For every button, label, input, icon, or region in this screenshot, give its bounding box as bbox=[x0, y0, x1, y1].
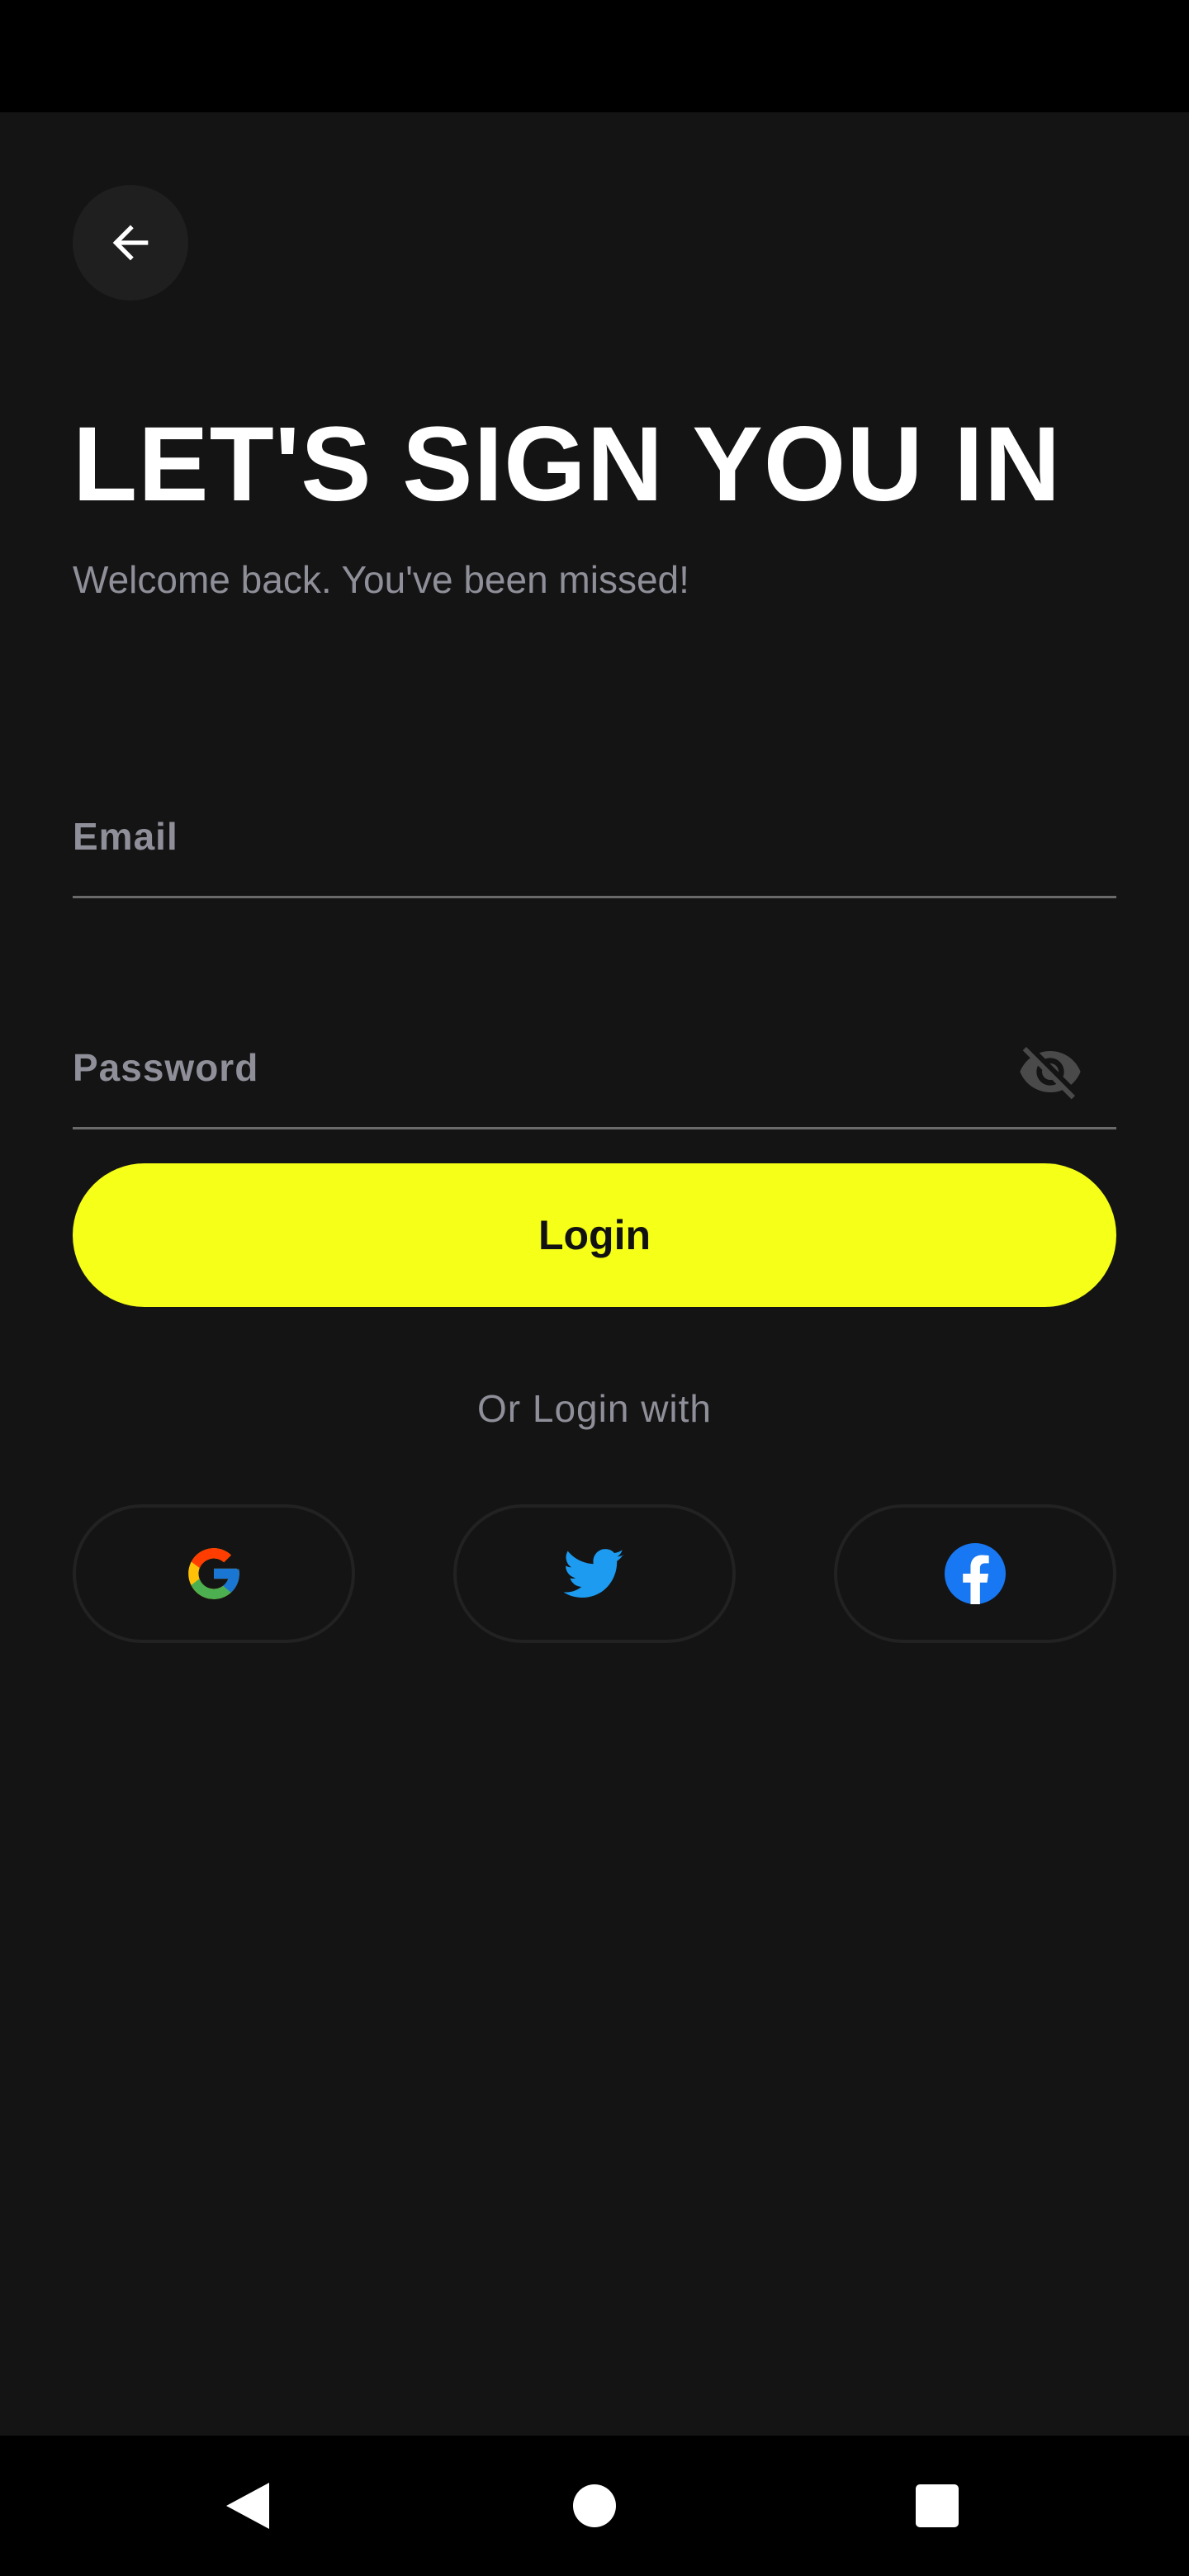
password-visibility-toggle[interactable] bbox=[1017, 1039, 1083, 1105]
login-button[interactable]: Login bbox=[73, 1163, 1116, 1307]
email-field[interactable] bbox=[73, 783, 997, 890]
square-recents-icon bbox=[916, 2484, 959, 2527]
triangle-back-icon bbox=[226, 2483, 269, 2529]
arrow-left-icon bbox=[112, 225, 149, 261]
page-title: LET'S SIGN YOU IN bbox=[73, 405, 1062, 523]
screen: LET'S SIGN YOU IN Welcome back. You've b… bbox=[0, 0, 1189, 2576]
back-button[interactable] bbox=[73, 185, 188, 301]
twitter-login-button[interactable] bbox=[453, 1504, 736, 1643]
password-field-container bbox=[73, 1014, 1116, 1129]
circle-home-icon bbox=[573, 2484, 616, 2527]
page-subtitle: Welcome back. You've been missed! bbox=[73, 558, 689, 601]
facebook-icon bbox=[945, 1543, 1006, 1604]
system-recents-button[interactable] bbox=[900, 2469, 974, 2543]
system-navigation-bar bbox=[0, 2436, 1189, 2576]
email-field-container bbox=[73, 783, 1116, 898]
system-home-button[interactable] bbox=[557, 2469, 632, 2543]
facebook-login-button[interactable] bbox=[834, 1504, 1116, 1643]
google-icon bbox=[188, 1548, 239, 1599]
login-with-divider: Or Login with bbox=[476, 1387, 712, 1430]
google-login-button[interactable] bbox=[73, 1504, 355, 1643]
password-field[interactable] bbox=[73, 1014, 997, 1121]
eye-off-icon bbox=[1020, 1047, 1081, 1100]
system-back-button[interactable] bbox=[211, 2469, 285, 2543]
sign-in-screen: LET'S SIGN YOU IN Welcome back. You've b… bbox=[0, 112, 1189, 2436]
social-login-row bbox=[73, 1504, 1116, 1643]
status-bar bbox=[0, 0, 1189, 112]
twitter-icon bbox=[564, 1549, 624, 1598]
